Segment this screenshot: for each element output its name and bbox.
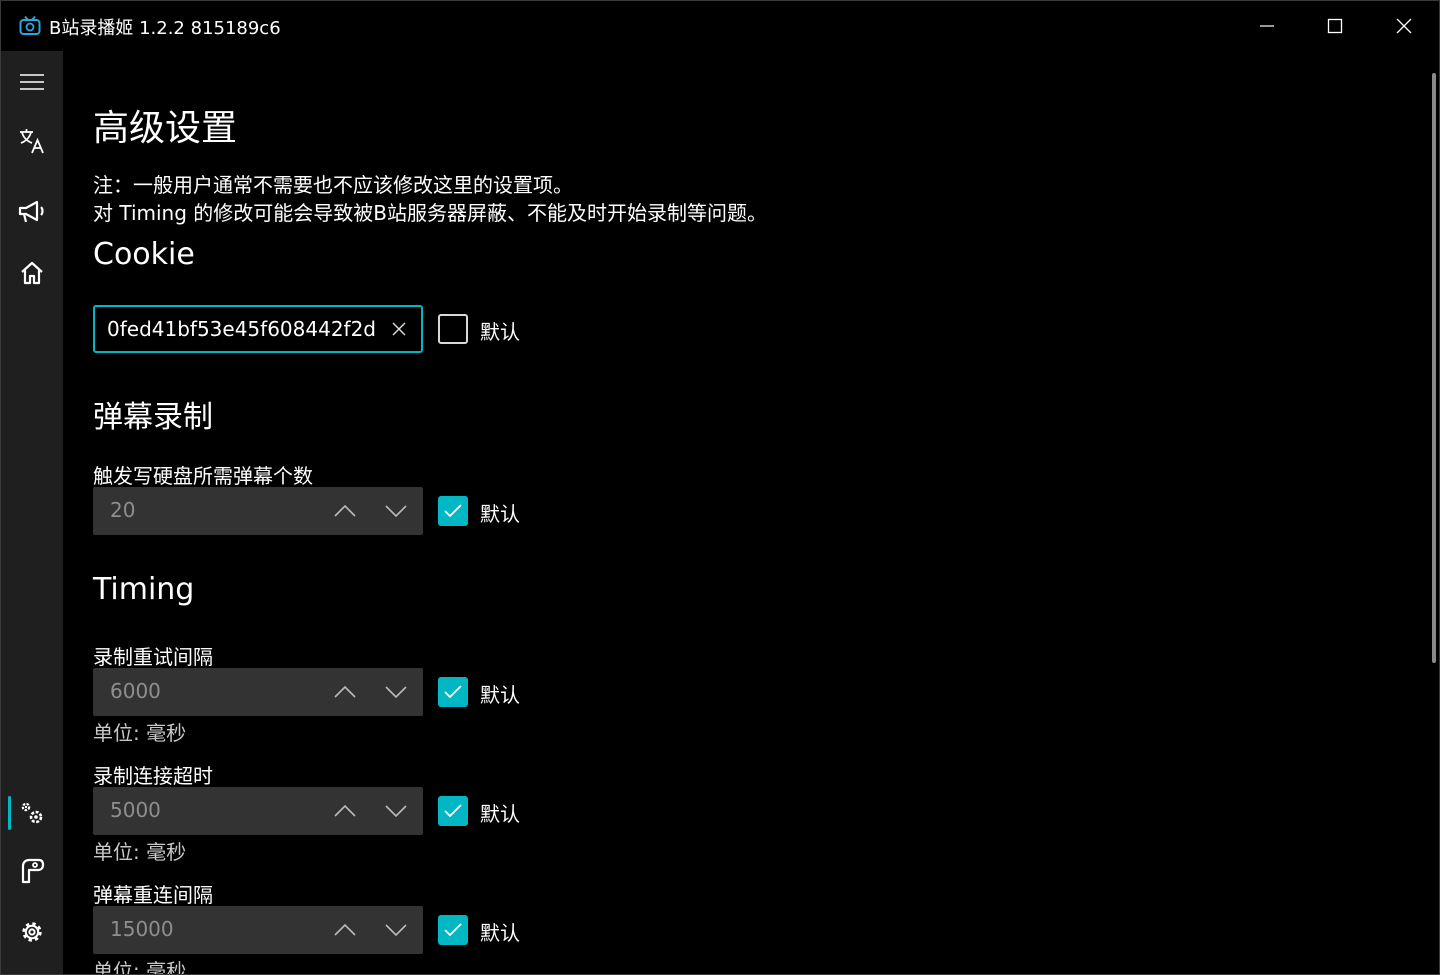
chevron-down-icon[interactable] [384,682,408,702]
cookie-input[interactable]: 0fed41bf53e45f608442f2d [93,305,423,353]
language-translate-icon [20,129,44,154]
warning-note-line1: 注：一般用户通常不需要也不应该修改这里的设置项。 [93,173,573,197]
connect-timeout-default-label[interactable]: 默认 [480,798,520,827]
danmaku-reconnect-label: 弹幕重连间隔 [93,883,213,907]
danmaku-reconnect-value[interactable]: 15000 [110,917,174,941]
retry-interval-default-label[interactable]: 默认 [480,679,520,708]
nav-language[interactable] [1,115,63,167]
danmaku-trigger-value[interactable]: 20 [110,498,135,522]
connect-timeout-value[interactable]: 5000 [110,798,161,822]
cookie-default-label[interactable]: 默认 [480,316,520,345]
chevron-down-icon[interactable] [384,801,408,821]
checkmark-icon [444,923,462,937]
connect-timeout-default-checkbox[interactable] [438,796,468,826]
checkmark-icon [444,504,462,518]
gear-icon [22,922,42,942]
connect-timeout-numberbox[interactable]: 5000 [93,787,423,835]
chevron-down-icon[interactable] [384,920,408,940]
log-icon [21,858,45,884]
page-title: 高级设置 [93,108,238,149]
chevron-down-icon[interactable] [384,501,408,521]
nav-announcement[interactable] [1,186,63,238]
nav-advanced-settings[interactable] [1,787,63,839]
retry-interval-value[interactable]: 6000 [110,679,161,703]
vertical-scrollbar[interactable] [1432,73,1436,663]
cookie-input-value[interactable]: 0fed41bf53e45f608442f2d [107,317,379,341]
nav-menu-toggle[interactable] [1,56,63,108]
nav-home[interactable] [1,247,63,299]
advanced-settings-page: 高级设置 注：一般用户通常不需要也不应该修改这里的设置项。 对 Timing 的… [93,1,1423,975]
nav-settings[interactable] [1,906,63,958]
advanced-settings-icon [21,802,43,824]
tv-logo-icon [19,16,41,35]
checkmark-icon [444,804,462,818]
cookie-section-title: Cookie [93,237,195,272]
chevron-up-icon[interactable] [333,801,357,821]
chevron-up-icon[interactable] [333,682,357,702]
danmaku-section-title: 弹幕录制 [93,400,213,435]
navigation-rail [1,51,63,974]
home-icon [21,261,43,285]
app-window: B站录播姬 1.2.2 815189c6 高级设置 注：一般用户通常不需要也不应… [0,0,1440,975]
hamburger-menu-icon [20,74,44,90]
chevron-up-icon[interactable] [333,501,357,521]
retry-interval-label: 录制重试间隔 [93,645,213,669]
connect-timeout-unit: 单位: 毫秒 [93,840,187,864]
danmaku-trigger-label: 触发写硬盘所需弹幕个数 [93,464,313,488]
retry-interval-unit: 单位: 毫秒 [93,721,187,745]
danmaku-trigger-numberbox[interactable]: 20 [93,487,423,535]
timing-section-title: Timing [93,572,195,607]
warning-note-line2: 对 Timing 的修改可能会导致被B站服务器屏蔽、不能及时开始录制等问题。 [93,201,768,225]
connect-timeout-label: 录制连接超时 [93,764,213,788]
checkmark-icon [444,685,462,699]
danmaku-reconnect-default-checkbox[interactable] [438,915,468,945]
clear-icon[interactable] [391,321,407,337]
chevron-up-icon[interactable] [333,920,357,940]
megaphone-icon [18,200,44,223]
danmaku-reconnect-default-label[interactable]: 默认 [480,917,520,946]
retry-interval-default-checkbox[interactable] [438,677,468,707]
danmaku-trigger-default-label[interactable]: 默认 [480,498,520,527]
danmaku-reconnect-numberbox[interactable]: 15000 [93,906,423,954]
retry-interval-numberbox[interactable]: 6000 [93,668,423,716]
cookie-default-checkbox[interactable] [438,314,468,344]
nav-log[interactable] [1,845,63,897]
danmaku-reconnect-unit: 单位: 毫秒 [93,959,187,975]
danmaku-trigger-default-checkbox[interactable] [438,496,468,526]
